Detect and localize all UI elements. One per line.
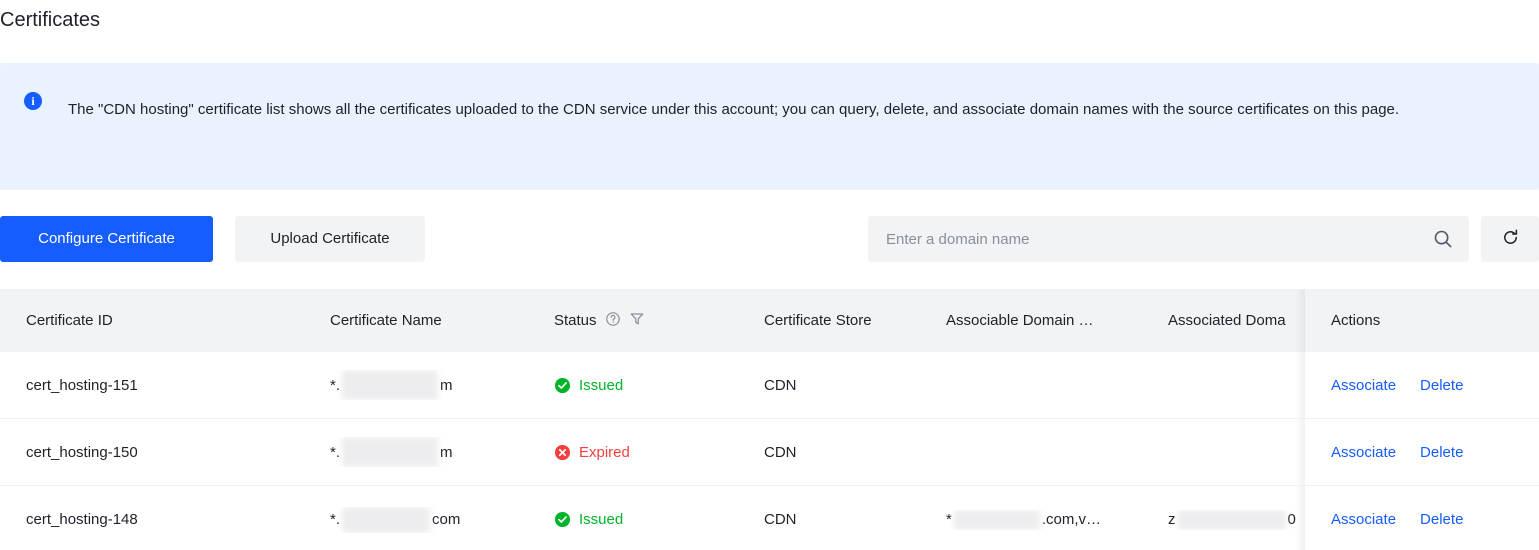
cell-certificate-store: CDN	[764, 443, 797, 461]
info-banner-text: The "CDN hosting" certificate list shows…	[68, 101, 1400, 118]
associate-link[interactable]: Associate	[1331, 511, 1396, 528]
associate-link[interactable]: Associate	[1331, 444, 1396, 461]
cell-actions: Associate Delete	[1295, 419, 1539, 485]
redacted-text	[342, 370, 439, 400]
certificates-page: Certificates i The "CDN hosting" certifi…	[0, 0, 1539, 550]
search-icon[interactable]	[1433, 229, 1453, 249]
cell-certificate-id: cert_hosting-150	[26, 443, 138, 461]
cell-certificate-store: CDN	[764, 511, 797, 528]
associable-domain-prefix: *	[946, 511, 952, 528]
certificate-name-suffix: m	[440, 376, 453, 394]
certificate-name-prefix: *.	[330, 443, 341, 461]
cell-status: Expired	[548, 444, 758, 461]
cell-certificate-id: cert_hosting-148	[26, 511, 138, 528]
certificate-name-prefix: *.	[330, 511, 341, 528]
upload-certificate-button[interactable]: Upload Certificate	[235, 216, 425, 262]
status-badge: Issued	[554, 377, 623, 394]
status-label: Issued	[579, 511, 624, 528]
filter-funnel-icon[interactable]	[629, 311, 645, 331]
status-badge: Issued	[554, 511, 623, 528]
certificate-name-prefix: *.	[330, 376, 341, 394]
table-header-row: Certificate ID Certificate Name Status C…	[0, 289, 1539, 352]
delete-link[interactable]: Delete	[1420, 511, 1463, 528]
status-label: Issued	[579, 376, 624, 394]
table-row[interactable]: cert_hosting-151 *. m Issued CDN Associa…	[0, 352, 1539, 419]
associable-domain-suffix: .com,v…	[1041, 511, 1102, 528]
certificate-name-suffix: m	[440, 443, 453, 461]
configure-certificate-button[interactable]: Configure Certificate	[0, 216, 213, 262]
cell-certificate-id: cert_hosting-151	[26, 376, 138, 394]
cell-actions: Associate Delete	[1295, 486, 1539, 550]
table-row[interactable]: cert_hosting-148 *. com Issued CDN * .co…	[0, 486, 1539, 550]
redacted-text	[953, 509, 1040, 530]
info-banner: i The "CDN hosting" certificate list sho…	[0, 63, 1539, 190]
close-circle-icon	[554, 444, 571, 461]
cell-status: Issued	[548, 511, 758, 528]
redacted-text	[1177, 509, 1286, 530]
info-circle-icon: i	[24, 92, 42, 110]
column-header-status-label: Status	[554, 312, 597, 329]
associated-domain-suffix: 0	[1287, 511, 1296, 528]
check-circle-icon	[554, 377, 571, 394]
cell-certificate-name: *. m	[324, 437, 548, 467]
cell-certificate-name: *. com	[324, 506, 548, 533]
domain-search-box[interactable]	[868, 216, 1469, 262]
cell-certificate-name: *. m	[324, 370, 548, 400]
toolbar: Configure Certificate Upload Certificate	[0, 216, 1539, 262]
column-header-certificate-name: Certificate Name	[330, 312, 442, 329]
cell-certificate-store: CDN	[764, 376, 797, 394]
certificate-name-suffix: com	[432, 511, 461, 528]
cell-actions: Associate Delete	[1295, 352, 1539, 418]
column-header-certificate-id: Certificate ID	[26, 312, 113, 329]
refresh-button[interactable]	[1481, 216, 1539, 262]
delete-link[interactable]: Delete	[1420, 377, 1463, 394]
page-title: Certificates	[0, 9, 101, 31]
table-row[interactable]: cert_hosting-150 *. m Expired CDN Associ…	[0, 419, 1539, 486]
status-label: Expired	[579, 443, 630, 461]
column-header-actions-label: Actions	[1331, 312, 1381, 329]
column-header-status: Status	[548, 311, 758, 331]
redacted-text	[342, 437, 439, 467]
column-header-certificate-store: Certificate Store	[764, 312, 872, 329]
column-header-associable-domain: Associable Domain …	[946, 312, 1094, 329]
cell-associable-domain: * .com,v…	[940, 509, 1162, 530]
redacted-text	[342, 506, 431, 533]
column-header-actions: Actions	[1295, 289, 1539, 352]
question-circle-icon[interactable]	[605, 311, 621, 331]
refresh-icon	[1501, 228, 1520, 250]
certificates-table: Certificate ID Certificate Name Status C…	[0, 289, 1539, 550]
search-input[interactable]	[884, 216, 1433, 262]
associated-domain-prefix: z	[1168, 511, 1176, 528]
cell-status: Issued	[548, 377, 758, 394]
status-badge: Expired	[554, 444, 630, 461]
associate-link[interactable]: Associate	[1331, 377, 1396, 394]
delete-link[interactable]: Delete	[1420, 444, 1463, 461]
check-circle-icon	[554, 511, 571, 528]
